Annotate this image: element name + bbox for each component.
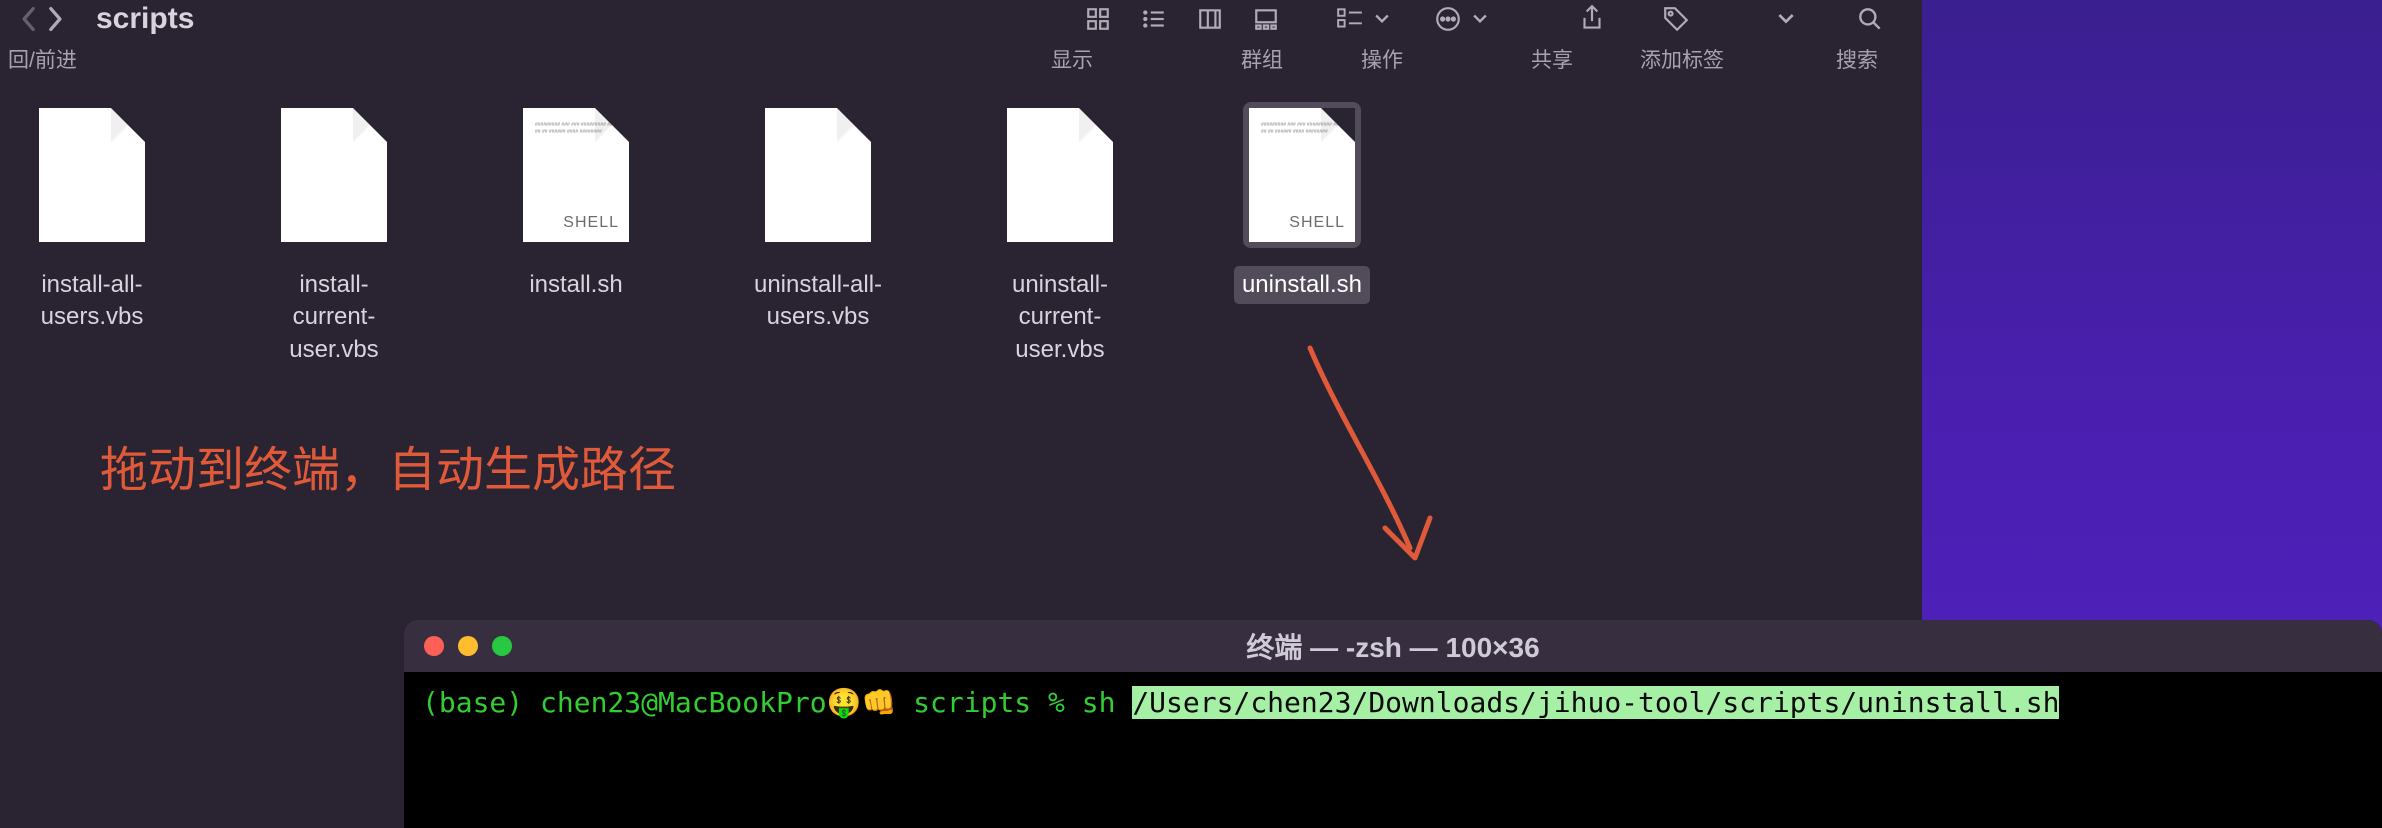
search-button[interactable]: [1842, 4, 1898, 34]
sublabel-group: 群组: [1202, 44, 1322, 74]
file-name: uninstall-current-user.vbs: [980, 266, 1140, 369]
file-item[interactable]: uninstall-current-user.vbs: [980, 102, 1140, 369]
view-column-button[interactable]: [1182, 4, 1238, 34]
traffic-lights: [424, 636, 512, 656]
file-icon: [1007, 108, 1113, 242]
file-name: uninstall-all-users.vbs: [738, 266, 898, 337]
sublabel-share: 共享: [1492, 44, 1612, 74]
view-icon-button[interactable]: [1070, 4, 1126, 34]
terminal-titlebar[interactable]: 终端 — -zsh — 100×36: [404, 620, 2382, 672]
finder-sublabel-row: 回/前进 显示 群组 操作 共享 添加标签 搜索: [0, 38, 1922, 84]
file-item[interactable]: install-all-users.vbs: [12, 102, 172, 369]
action-caret-icon[interactable]: [1470, 4, 1490, 34]
tags-button[interactable]: [1648, 4, 1704, 34]
share-button-wrap: [1564, 4, 1620, 34]
shell-tag: SHELL: [1289, 214, 1345, 232]
action-button-wrap: [1420, 4, 1490, 34]
group-button-wrap: [1322, 4, 1392, 34]
file-item[interactable]: ######### ### ### ######### ## ## ## ###…: [1222, 102, 1382, 369]
sublabel-tags: 添加标签: [1612, 44, 1752, 74]
shell-file-icon: ######### ### ### ######### ## ## ## ###…: [1249, 108, 1355, 242]
minimize-button[interactable]: [458, 636, 478, 656]
search-button-wrap: [1842, 4, 1898, 34]
zoom-button[interactable]: [492, 636, 512, 656]
close-button[interactable]: [424, 636, 444, 656]
terminal-title: 终端 — -zsh — 100×36: [1246, 626, 1539, 666]
file-grid: install-all-users.vbs install-current-use…: [0, 84, 1922, 387]
file-name: install-current-user.vbs: [254, 266, 414, 369]
file-name: install-all-users.vbs: [12, 266, 172, 337]
view-gallery-button[interactable]: [1238, 4, 1294, 34]
shell-file-icon: ######### ### ### ######### ## ## ## ###…: [523, 108, 629, 242]
finder-toolbar: scripts: [0, 0, 1922, 38]
more-caret-button[interactable]: [1758, 4, 1814, 34]
share-button[interactable]: [1564, 4, 1620, 34]
file-name: install.sh: [521, 266, 630, 304]
file-icon: [281, 108, 387, 242]
tags-button-wrap: [1648, 4, 1704, 34]
file-icon: [39, 108, 145, 242]
shell-tag: SHELL: [563, 214, 619, 232]
sublabel-view: 显示: [942, 44, 1202, 74]
group-button[interactable]: [1322, 4, 1378, 34]
group-caret-icon[interactable]: [1372, 4, 1392, 34]
sublabel-action: 操作: [1322, 44, 1442, 74]
file-name: uninstall.sh: [1234, 266, 1370, 304]
file-icon: [765, 108, 871, 242]
view-list-button[interactable]: [1126, 4, 1182, 34]
terminal-path: /Users/chen23/Downloads/jihuo-tool/scrip…: [1132, 686, 2059, 719]
terminal-prompt: (base) chen23@MacBookPro🤑👊 scripts % sh: [422, 686, 1132, 719]
file-item[interactable]: uninstall-all-users.vbs: [738, 102, 898, 369]
nav-forward-button[interactable]: [38, 4, 74, 34]
action-button[interactable]: [1420, 4, 1476, 34]
terminal-window: 终端 — -zsh — 100×36 (base) chen23@MacBook…: [404, 620, 2382, 828]
more-button-wrap: [1758, 4, 1814, 34]
finder-window: scripts: [0, 0, 1922, 610]
view-mode-group: [1070, 4, 1294, 34]
terminal-body[interactable]: (base) chen23@MacBookPro🤑👊 scripts % sh …: [404, 672, 2382, 733]
file-item[interactable]: install-current-user.vbs: [254, 102, 414, 369]
folder-title: scripts: [96, 2, 194, 36]
file-item[interactable]: ######### ### ### ######### ## ## ## ###…: [496, 102, 656, 369]
sublabel-search: 搜索: [1792, 44, 1922, 74]
annotation-text: 拖动到终端，自动生成路径: [100, 430, 676, 500]
sublabel-nav: 回/前进: [8, 44, 77, 74]
